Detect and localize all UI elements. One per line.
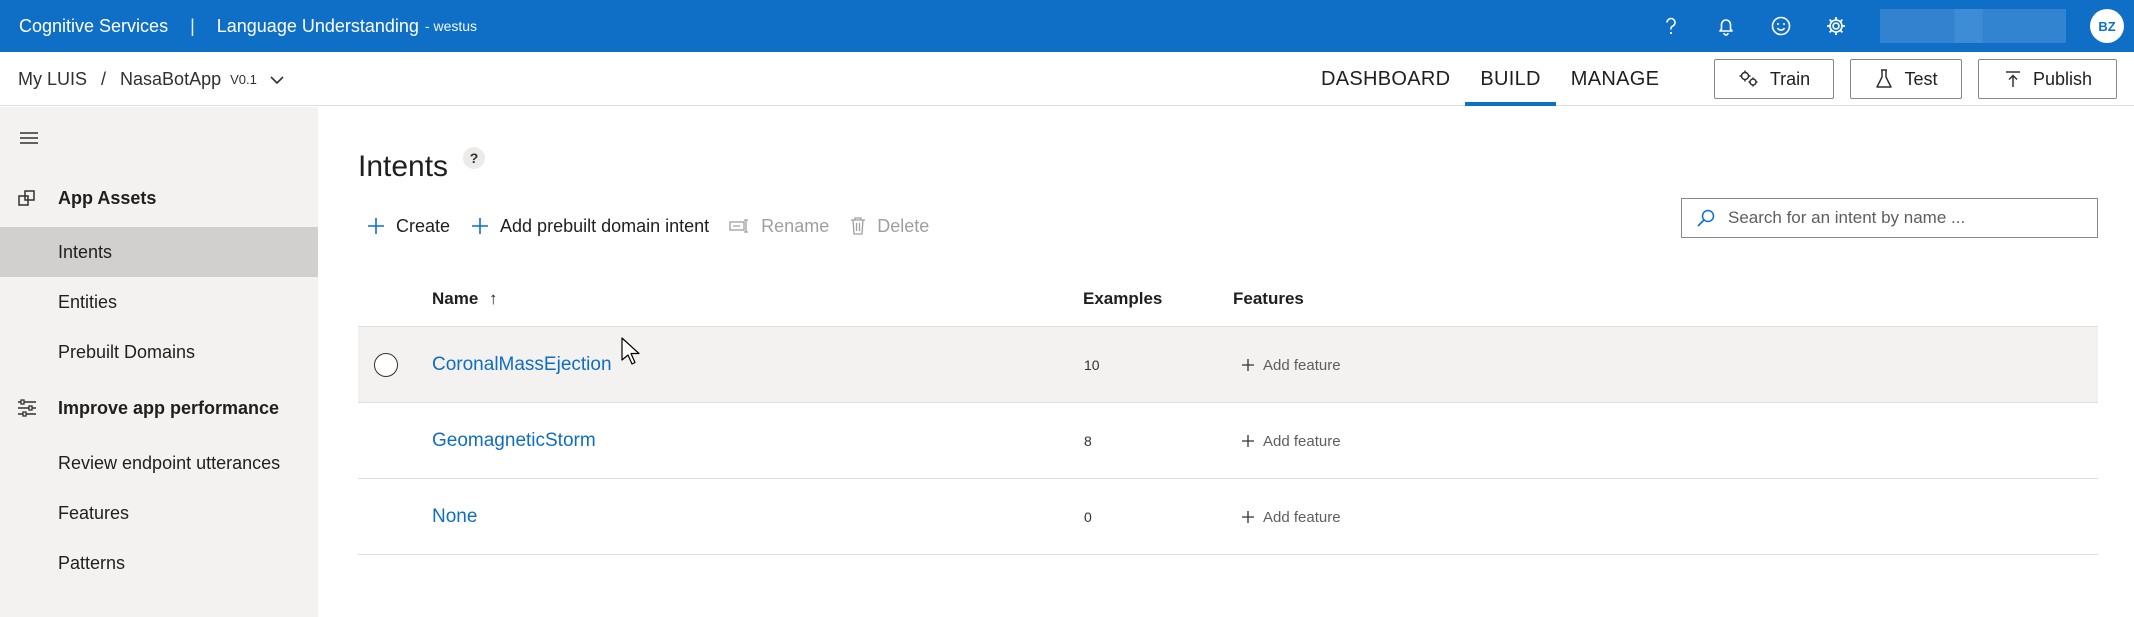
breadcrumb-separator: /: [101, 68, 107, 89]
plus-icon: [1242, 359, 1254, 371]
sidebar: App Assets Intents Entities Prebuilt Dom…: [0, 107, 318, 617]
table-row[interactable]: None 0 Add feature: [358, 479, 2098, 555]
flask-icon: [1876, 69, 1893, 88]
plus-icon: [472, 218, 489, 234]
rename-button[interactable]: Rename: [729, 216, 829, 237]
column-name-label: Name: [432, 289, 479, 308]
tab-build[interactable]: BUILD: [1465, 52, 1556, 106]
intent-name-link[interactable]: CoronalMassEjection: [432, 327, 612, 403]
column-header-features[interactable]: Features: [1233, 289, 1304, 309]
plus-icon: [368, 218, 384, 234]
add-prebuilt-label: Add prebuilt domain intent: [500, 215, 710, 236]
breadcrumb-app[interactable]: NasaBotApp: [120, 69, 221, 90]
gears-icon: [1739, 70, 1758, 87]
gear-icon[interactable]: [1825, 15, 1847, 37]
column-header-name[interactable]: Name ↑: [432, 289, 498, 309]
test-button[interactable]: Test: [1850, 59, 1962, 99]
add-feature-label: Add feature: [1263, 356, 1341, 374]
tab-manage[interactable]: MANAGE: [1556, 52, 1674, 106]
account-name-redacted: [1880, 9, 2066, 43]
trash-icon: [851, 217, 866, 235]
smiley-icon[interactable]: [1770, 15, 1792, 37]
add-prebuilt-intent-button[interactable]: Add prebuilt domain intent: [470, 216, 709, 237]
section-app-assets: App Assets: [0, 178, 318, 218]
train-label: Train: [1769, 68, 1811, 89]
region-label: - westus: [424, 18, 478, 34]
publish-icon: [2005, 71, 2020, 87]
table-row[interactable]: GeomagneticStorm 8 Add feature: [358, 403, 2098, 479]
train-button[interactable]: Train: [1714, 59, 1834, 99]
sidebar-item-entities[interactable]: Entities: [0, 277, 318, 327]
version-label: V0.1: [230, 71, 257, 87]
add-feature-button[interactable]: Add feature: [1241, 327, 1341, 403]
rename-label: Rename: [761, 215, 830, 236]
publish-button[interactable]: Publish: [1978, 59, 2117, 99]
add-feature-button[interactable]: Add feature: [1241, 403, 1341, 479]
app-title[interactable]: Language Understanding: [217, 16, 419, 37]
sliders-icon: [17, 399, 39, 417]
section-improve-performance-label: Improve app performance: [58, 397, 280, 418]
sidebar-item-review-endpoint-utterances[interactable]: Review endpoint utterances: [0, 438, 318, 488]
section-improve-performance: Improve app performance: [0, 388, 318, 428]
sidebar-item-prebuilt-domains[interactable]: Prebuilt Domains: [0, 327, 318, 377]
create-label: Create: [396, 215, 451, 236]
sidebar-item-intents[interactable]: Intents: [0, 227, 318, 277]
breadcrumb-my-luis[interactable]: My LUIS: [18, 69, 87, 90]
plus-icon: [1242, 511, 1254, 523]
examples-count: 10: [1084, 357, 1100, 373]
rename-icon: [729, 219, 749, 233]
row-select-radio[interactable]: [374, 353, 398, 377]
hamburger-icon[interactable]: [19, 131, 39, 150]
app-header-bar: My LUIS / NasaBotApp V0.1 DASHBOARD BUIL…: [0, 52, 2134, 106]
breadcrumb: My LUIS / NasaBotApp V0.1: [18, 52, 285, 106]
intents-toolbar: Create Add prebuilt domain intent Rename…: [366, 210, 949, 242]
examples-count: 0: [1084, 509, 1092, 525]
test-label: Test: [1904, 68, 1938, 89]
page-title: Intents: [358, 150, 449, 183]
sort-ascending-icon: ↑: [489, 289, 498, 308]
search-icon: [1697, 209, 1715, 227]
add-feature-button[interactable]: Add feature: [1241, 479, 1341, 555]
delete-label: Delete: [877, 215, 930, 236]
intent-search-box[interactable]: [1681, 198, 2098, 238]
publish-label: Publish: [2032, 68, 2093, 89]
sidebar-item-patterns[interactable]: Patterns: [0, 538, 318, 588]
help-button[interactable]: ?: [463, 147, 485, 169]
chevron-down-icon[interactable]: [269, 69, 285, 90]
app-assets-icon: [17, 188, 39, 208]
sidebar-item-features[interactable]: Features: [0, 488, 318, 538]
delete-button[interactable]: Delete: [849, 216, 929, 237]
add-feature-label: Add feature: [1263, 432, 1341, 450]
intent-name-link[interactable]: None: [432, 479, 477, 555]
plus-icon: [1242, 435, 1254, 447]
add-feature-label: Add feature: [1263, 508, 1341, 526]
top-icons: BZ: [1660, 0, 2134, 52]
section-app-assets-label: App Assets: [58, 187, 157, 208]
table-row[interactable]: CoronalMassEjection 10 Add feature: [358, 327, 2098, 403]
column-header-examples[interactable]: Examples: [1083, 289, 1162, 309]
brand-link[interactable]: Cognitive Services: [19, 16, 168, 37]
help-icon[interactable]: [1660, 15, 1682, 37]
examples-count: 8: [1084, 433, 1092, 449]
search-input[interactable]: [1728, 208, 2088, 228]
nav-tabs: DASHBOARD BUILD MANAGE: [1306, 52, 1674, 106]
intent-name-link[interactable]: GeomagneticStorm: [432, 403, 596, 479]
title-separator: |: [190, 15, 195, 36]
create-button[interactable]: Create: [366, 216, 450, 237]
avatar[interactable]: BZ: [2090, 9, 2124, 43]
top-bar: Cognitive Services | Language Understand…: [0, 0, 2134, 52]
bell-icon[interactable]: [1715, 15, 1737, 37]
tab-dashboard[interactable]: DASHBOARD: [1306, 52, 1465, 106]
mouse-pointer-icon: [621, 337, 641, 370]
